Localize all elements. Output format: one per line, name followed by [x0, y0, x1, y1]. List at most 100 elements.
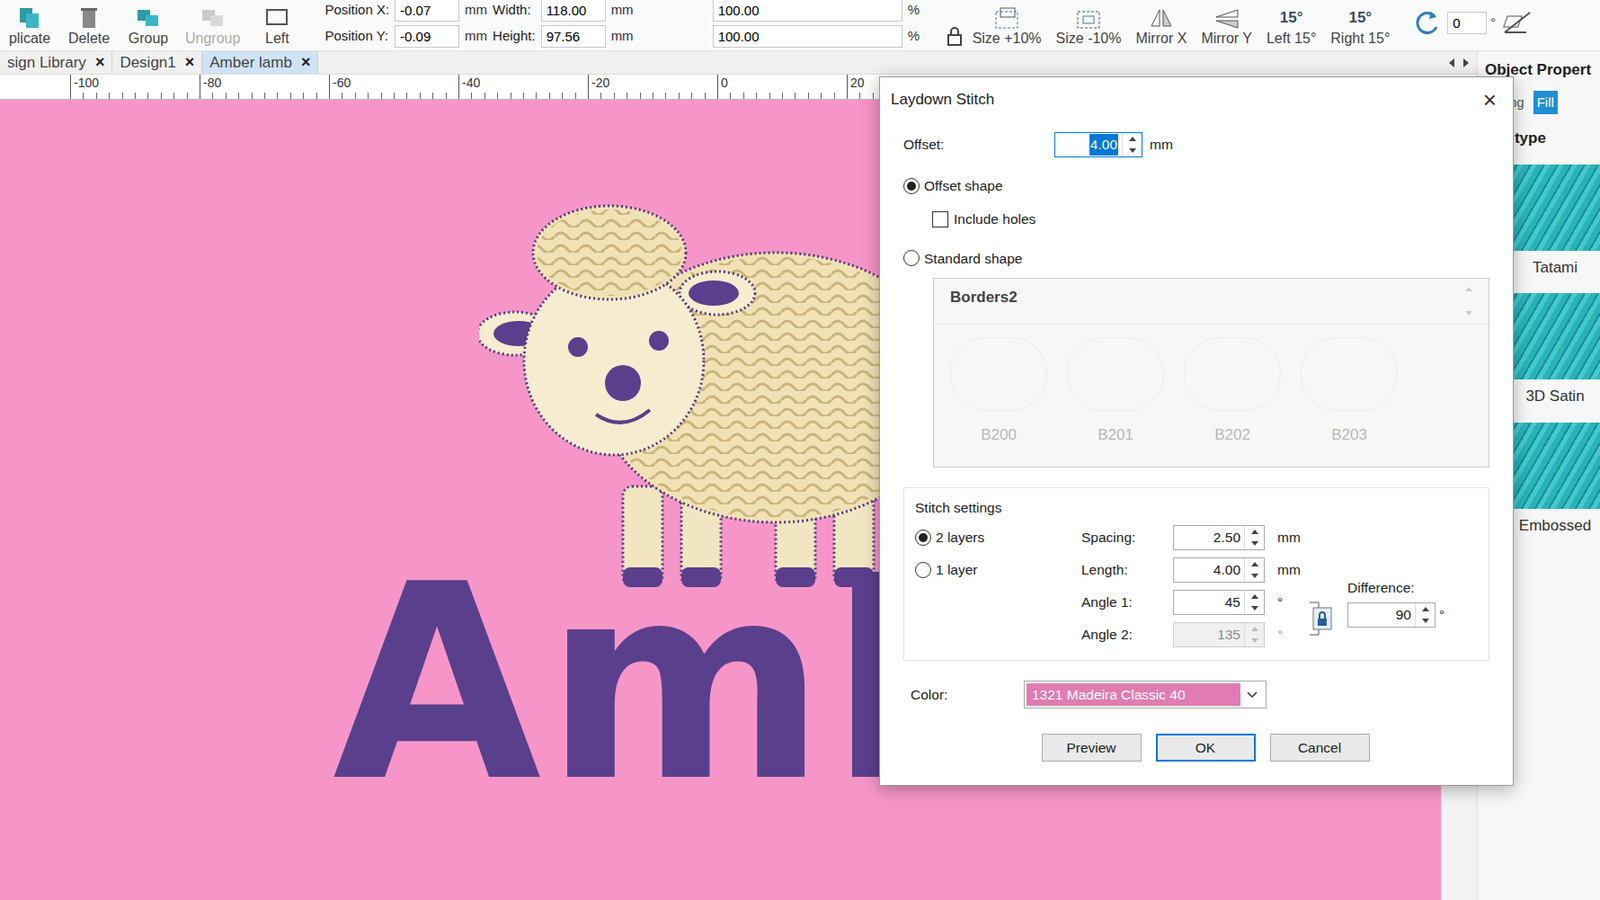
transform-button[interactable]: 15°Left 15°: [1259, 6, 1324, 51]
radio-label: Standard shape: [924, 248, 1023, 269]
borders-title: Borders2: [950, 285, 1018, 317]
field-input[interactable]: [541, 25, 606, 48]
transform-icon: [993, 6, 1021, 30]
transform-button[interactable]: Size +10%: [965, 6, 1049, 51]
transform-button[interactable]: Mirror Y: [1193, 6, 1260, 51]
layer-option[interactable]: 1 layer: [915, 559, 1082, 580]
difference-label: Difference:: [1347, 577, 1478, 598]
field-input[interactable]: [394, 0, 460, 22]
toolbar-button[interactable]: Ungroup: [177, 6, 248, 51]
tab-spacer: [318, 51, 1449, 74]
toolbar-icon: [263, 6, 291, 30]
spin-arrows[interactable]: [1244, 590, 1264, 614]
field-unit: mm: [611, 0, 634, 21]
tab-close[interactable]: ×: [95, 50, 106, 75]
scroll-right-icon: [1462, 57, 1470, 69]
spin-up[interactable]: [1415, 603, 1435, 615]
field-input[interactable]: [712, 0, 903, 22]
border-label: B203: [1331, 410, 1368, 447]
stitch-preview: [1510, 422, 1600, 509]
spin-value: 135: [1173, 622, 1245, 647]
spin-box[interactable]: 90: [1347, 602, 1436, 628]
color-dropdown[interactable]: 1321 Madeira Classic 40: [1023, 680, 1267, 709]
spin-up[interactable]: [1244, 590, 1264, 603]
ruler-tick: -20: [587, 74, 718, 99]
tab-close[interactable]: ×: [301, 50, 312, 75]
up-arrow-icon: [1251, 594, 1259, 599]
spin-up[interactable]: [1122, 133, 1142, 145]
dialog-button[interactable]: Preview: [1041, 733, 1142, 762]
ruler-tick: 0: [717, 74, 847, 99]
radio-button[interactable]: [903, 249, 920, 267]
transform-icon: 15°: [1278, 6, 1306, 30]
close-button[interactable]: ×: [1477, 88, 1503, 112]
toolbar-button[interactable]: Delete: [59, 6, 119, 51]
slant-icon: [1499, 8, 1536, 36]
panel-tab[interactable]: Fill: [1533, 90, 1558, 116]
spin-down[interactable]: [1244, 602, 1264, 614]
tab-close[interactable]: ×: [185, 50, 196, 75]
spin-arrows[interactable]: [1121, 133, 1142, 157]
radio-label: 2 layers: [935, 526, 985, 548]
spin-arrows[interactable]: [1414, 603, 1435, 627]
field-input[interactable]: [394, 25, 460, 48]
checkbox[interactable]: [932, 211, 949, 228]
spin-down[interactable]: [1244, 537, 1264, 550]
down-arrow-icon: [1251, 541, 1259, 546]
ruler-tick: -60: [328, 74, 459, 99]
spin-box[interactable]: 2.50: [1173, 524, 1265, 551]
dropdown-toggle-area[interactable]: [1240, 683, 1264, 706]
transform-button[interactable]: Size -10%: [1048, 6, 1129, 51]
spin-up[interactable]: [1244, 622, 1264, 635]
include-holes-option[interactable]: Include holes: [932, 208, 1490, 230]
spin-arrows[interactable]: [1244, 525, 1264, 550]
spin-down[interactable]: [1244, 569, 1264, 582]
document-tabs: sign Library×Design1×Amber lamb×: [0, 51, 1477, 75]
radio-button[interactable]: [915, 529, 932, 546]
transform-icon: [1213, 6, 1241, 30]
document-tab[interactable]: sign Library×: [0, 51, 113, 74]
spin-arrows[interactable]: [1244, 558, 1264, 582]
radio-button[interactable]: [915, 561, 932, 578]
offset-shape-option[interactable]: Offset shape: [903, 175, 1490, 196]
dialog-button[interactable]: Cancel: [1270, 733, 1370, 762]
spin-up[interactable]: [1244, 558, 1264, 570]
tool-icon: [134, 6, 162, 30]
down-arrow-icon: [1128, 148, 1137, 153]
transform-button[interactable]: 15°Right 15°: [1323, 6, 1397, 51]
spin-box[interactable]: 45: [1173, 589, 1265, 615]
spin-box: 135: [1173, 622, 1265, 648]
angle-lock[interactable]: [1309, 589, 1348, 648]
document-tab[interactable]: Amber lamb×: [202, 51, 319, 74]
standard-shape-option[interactable]: Standard shape: [903, 248, 1490, 269]
spin-up[interactable]: [1244, 525, 1264, 538]
ruler-tick: -40: [458, 74, 588, 99]
up-arrow-icon: [1251, 529, 1259, 534]
tab-label: Design1: [119, 51, 176, 75]
stitch-preview: [1510, 164, 1600, 251]
borders-list: Borders2B200B201B202B203: [933, 277, 1490, 468]
transform-button[interactable]: Mirror X: [1128, 6, 1194, 51]
spin-down[interactable]: [1244, 634, 1264, 647]
toolbar-button[interactable]: Group: [118, 6, 178, 51]
document-tab[interactable]: Design1 ×: [112, 51, 203, 74]
spin-arrows[interactable]: [1244, 622, 1264, 647]
toolbar-button[interactable]: plicate: [0, 6, 60, 51]
offset-row: Offset:4.00mm: [903, 132, 1490, 158]
spin-value: 4.00: [1055, 133, 1122, 157]
spin-box[interactable]: 4.00: [1173, 557, 1265, 583]
spin-down[interactable]: [1415, 614, 1435, 627]
field-input[interactable]: [712, 25, 903, 48]
spin-down[interactable]: [1122, 144, 1142, 157]
rotation-input[interactable]: [1447, 11, 1487, 35]
transform-icon: [1075, 6, 1103, 30]
toolbar-button[interactable]: Left: [247, 6, 307, 51]
layer-option[interactable]: 2 layers: [915, 526, 1082, 548]
transform-icon: 15°: [1346, 6, 1374, 30]
field-input[interactable]: [541, 0, 606, 22]
radio-button[interactable]: [903, 177, 920, 195]
stitch-settings-group: Stitch settings2 layersSpacing:2.50mm1 l…: [903, 487, 1490, 661]
dialog-button[interactable]: OK: [1155, 733, 1256, 762]
toolbar-icon: [75, 6, 103, 30]
spin-box[interactable]: 4.00: [1054, 132, 1143, 158]
